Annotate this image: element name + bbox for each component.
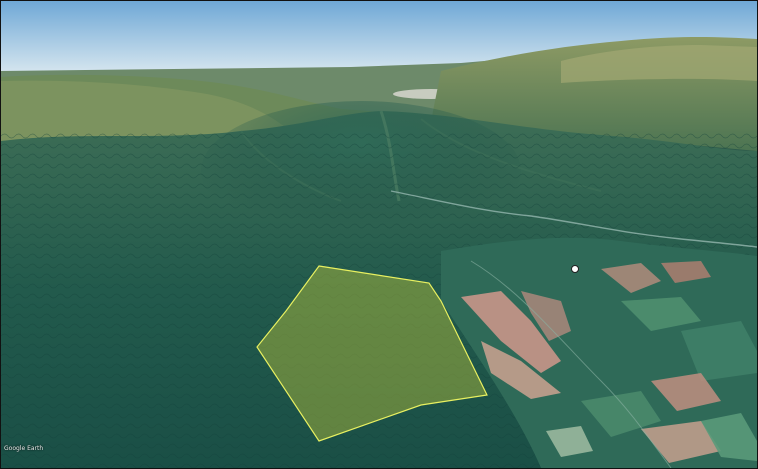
place-marker-icon[interactable] bbox=[571, 265, 579, 273]
map-viewport[interactable]: Google Earth bbox=[0, 0, 758, 469]
satellite-terrain-view bbox=[1, 1, 757, 468]
map-attribution: Google Earth bbox=[4, 445, 44, 452]
